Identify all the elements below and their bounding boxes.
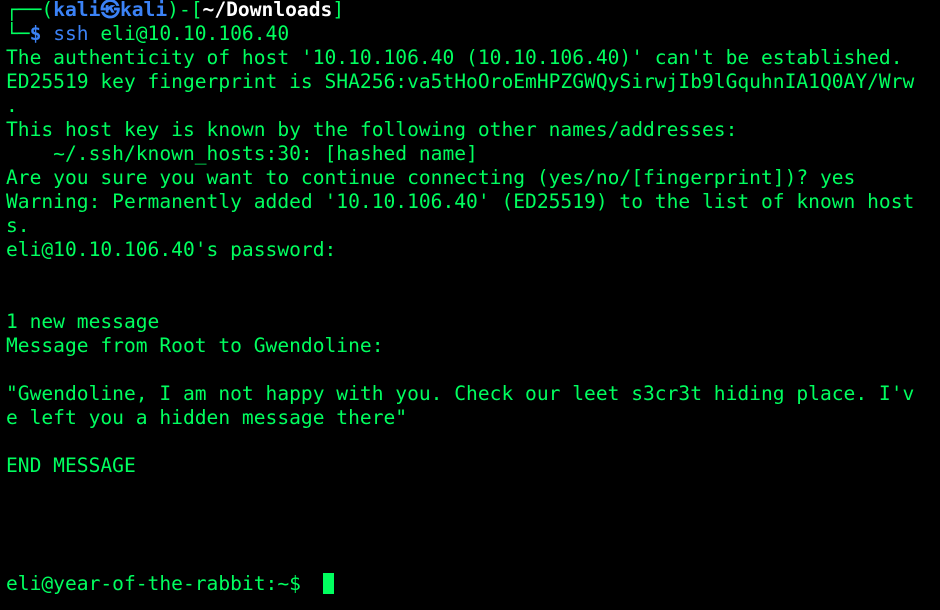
output-line: This host key is known by the following … [6, 118, 738, 141]
terminal-window[interactable]: ┌──(kali㉿kali)-[~/Downloads] └─$ ssh eli… [6, 0, 940, 610]
prompt-line-1: ┌──(kali㉿kali)-[~/Downloads] [6, 0, 940, 22]
command-args: eli@10.10.106.40 [100, 22, 290, 45]
output-line: eli@10.10.106.40's password: [6, 238, 349, 261]
output-line: The authenticity of host '10.10.106.40 (… [6, 46, 903, 69]
output-line: ~/.ssh/known_hosts:30: [hashed name] [6, 142, 478, 165]
prompt-line2-prefix: └─ [6, 22, 30, 45]
output-line: "Gwendoline, I am not happy with you. Ch… [6, 382, 915, 405]
prompt-user: kali [53, 0, 101, 21]
prompt-mid: )-[ [167, 0, 203, 21]
prompt-open-bracket: ┌──( [6, 0, 54, 21]
command-name: ssh [53, 22, 89, 45]
prompt-dollar: $ [29, 22, 42, 45]
output-line: END MESSAGE [6, 454, 136, 477]
remote-prompt: eli@year-of-the-rabbit:~$ [6, 572, 313, 595]
output-line: 1 new message [6, 310, 160, 333]
prompt-line-2: └─$ ssh eli@10.10.106.40 [6, 22, 940, 46]
output-line: Message from Root to Gwendoline: [6, 334, 384, 357]
prompt-close-bracket: ] [332, 0, 345, 21]
output-line: s. [6, 214, 30, 237]
cursor-icon [322, 573, 334, 594]
prompt-directory: ~/Downloads [202, 0, 333, 21]
output-line: Are you sure you want to continue connec… [6, 166, 856, 189]
output-line: ED25519 key fingerprint is SHA256:va5tHo… [6, 70, 915, 93]
remote-prompt-line[interactable]: eli@year-of-the-rabbit:~$ [6, 572, 334, 596]
output-line: . [6, 94, 18, 117]
output-line: e left you a hidden message there" [6, 406, 408, 429]
output-line: Warning: Permanently added '10.10.106.40… [6, 190, 915, 213]
prompt-at-icon: ㉿ [100, 0, 120, 21]
prompt-host: kali [119, 0, 168, 21]
